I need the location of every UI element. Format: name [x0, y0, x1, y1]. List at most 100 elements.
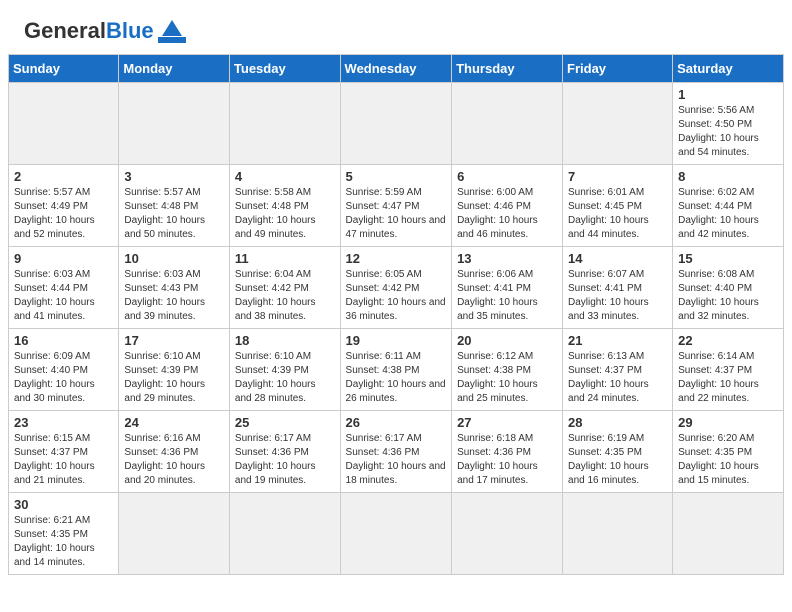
calendar-day-cell: 19 Sunrise: 6:11 AM Sunset: 4:38 PM Dayli… [340, 329, 452, 411]
calendar-day-cell: 11Sunrise: 6:04 AM Sunset: 4:42 PM Dayli… [229, 247, 340, 329]
calendar-day-cell [229, 83, 340, 165]
day-number: 29 [678, 415, 778, 430]
day-number: 30 [14, 497, 113, 512]
calendar-day-cell: 26Sunrise: 6:17 AM Sunset: 4:36 PM Dayli… [340, 411, 452, 493]
calendar-day-cell: 9Sunrise: 6:03 AM Sunset: 4:44 PM Daylig… [9, 247, 119, 329]
weekday-header: Thursday [452, 55, 563, 83]
day-info: Sunrise: 6:06 AM Sunset: 4:41 PM Dayligh… [457, 268, 557, 324]
day-number: 23 [14, 415, 113, 430]
calendar-table: SundayMondayTuesdayWednesdayThursdayFrid… [8, 54, 784, 575]
weekday-header: Sunday [9, 55, 119, 83]
day-number: 21 [568, 333, 667, 348]
day-info: Sunrise: 6:15 AM Sunset: 4:37 PM Dayligh… [14, 432, 113, 488]
day-number: 13 [457, 251, 557, 266]
day-number: 6 [457, 169, 557, 184]
calendar-day-cell [563, 493, 673, 575]
calendar-day-cell: 10 Sunrise: 6:03 AM Sunset: 4:43 PM Dayli… [119, 247, 230, 329]
day-number: 16 [14, 333, 113, 348]
day-info: Sunrise: 6:16 AM Sunset: 4:36 PM Dayligh… [124, 432, 224, 488]
calendar-day-cell: 27 Sunrise: 6:18 AM Sunset: 4:36 PM Dayli… [452, 411, 563, 493]
day-number: 20 [457, 333, 557, 348]
day-number: 22 [678, 333, 778, 348]
day-info: Sunrise: 6:04 AM Sunset: 4:42 PM Dayligh… [235, 268, 335, 324]
calendar-day-cell: 1 Sunrise: 5:56 AM Sunset: 4:50 PM Daylig… [673, 83, 784, 165]
calendar-week-row: 23 Sunrise: 6:15 AM Sunset: 4:37 PM Dayli… [9, 411, 784, 493]
day-info: Sunrise: 6:03 AM Sunset: 4:43 PM Dayligh… [124, 268, 224, 324]
day-number: 9 [14, 251, 113, 266]
calendar-day-cell: 6Sunrise: 6:00 AM Sunset: 4:46 PM Daylig… [452, 165, 563, 247]
day-number: 10 [124, 251, 224, 266]
calendar-day-cell: 23 Sunrise: 6:15 AM Sunset: 4:37 PM Dayli… [9, 411, 119, 493]
calendar-day-cell: 7Sunrise: 6:01 AM Sunset: 4:45 PM Daylig… [563, 165, 673, 247]
calendar-day-cell: 2 Sunrise: 5:57 AM Sunset: 4:49 PM Daylig… [9, 165, 119, 247]
day-info: Sunrise: 6:02 AM Sunset: 4:44 PM Dayligh… [678, 186, 778, 242]
page-header: General Blue [0, 0, 792, 54]
calendar-day-cell: 18Sunrise: 6:10 AM Sunset: 4:39 PM Dayli… [229, 329, 340, 411]
day-number: 12 [346, 251, 447, 266]
calendar-day-cell [340, 493, 452, 575]
day-number: 27 [457, 415, 557, 430]
day-info: Sunrise: 6:21 AM Sunset: 4:35 PM Dayligh… [14, 514, 113, 570]
calendar-day-cell: 13 Sunrise: 6:06 AM Sunset: 4:41 PM Dayli… [452, 247, 563, 329]
day-number: 26 [346, 415, 447, 430]
calendar-day-cell: 30 Sunrise: 6:21 AM Sunset: 4:35 PM Dayli… [9, 493, 119, 575]
weekday-header: Friday [563, 55, 673, 83]
weekday-header: Wednesday [340, 55, 452, 83]
day-number: 3 [124, 169, 224, 184]
logo-icon [158, 20, 186, 43]
calendar-day-cell: 24Sunrise: 6:16 AM Sunset: 4:36 PM Dayli… [119, 411, 230, 493]
day-info: Sunrise: 6:18 AM Sunset: 4:36 PM Dayligh… [457, 432, 557, 488]
day-number: 25 [235, 415, 335, 430]
calendar-day-cell: 29 Sunrise: 6:20 AM Sunset: 4:35 PM Dayli… [673, 411, 784, 493]
calendar-week-row: 1 Sunrise: 5:56 AM Sunset: 4:50 PM Daylig… [9, 83, 784, 165]
day-info: Sunrise: 6:07 AM Sunset: 4:41 PM Dayligh… [568, 268, 667, 324]
day-info: Sunrise: 6:08 AM Sunset: 4:40 PM Dayligh… [678, 268, 778, 324]
day-number: 18 [235, 333, 335, 348]
calendar-day-cell: 14 Sunrise: 6:07 AM Sunset: 4:41 PM Dayli… [563, 247, 673, 329]
day-info: Sunrise: 6:05 AM Sunset: 4:42 PM Dayligh… [346, 268, 447, 324]
day-number: 15 [678, 251, 778, 266]
day-number: 2 [14, 169, 113, 184]
calendar-day-cell [452, 493, 563, 575]
day-info: Sunrise: 6:20 AM Sunset: 4:35 PM Dayligh… [678, 432, 778, 488]
calendar-day-cell: 28 Sunrise: 6:19 AM Sunset: 4:35 PM Dayli… [563, 411, 673, 493]
calendar-day-cell [563, 83, 673, 165]
logo-blue-text: Blue [106, 18, 154, 44]
day-info: Sunrise: 6:13 AM Sunset: 4:37 PM Dayligh… [568, 350, 667, 406]
calendar-day-cell: 12 Sunrise: 6:05 AM Sunset: 4:42 PM Dayli… [340, 247, 452, 329]
day-info: Sunrise: 6:17 AM Sunset: 4:36 PM Dayligh… [235, 432, 335, 488]
day-number: 19 [346, 333, 447, 348]
calendar-day-cell: 15 Sunrise: 6:08 AM Sunset: 4:40 PM Dayli… [673, 247, 784, 329]
day-info: Sunrise: 6:11 AM Sunset: 4:38 PM Dayligh… [346, 350, 447, 406]
calendar-day-cell: 4Sunrise: 5:58 AM Sunset: 4:48 PM Daylig… [229, 165, 340, 247]
day-number: 28 [568, 415, 667, 430]
day-number: 14 [568, 251, 667, 266]
calendar-day-cell: 8 Sunrise: 6:02 AM Sunset: 4:44 PM Daylig… [673, 165, 784, 247]
day-info: Sunrise: 6:19 AM Sunset: 4:35 PM Dayligh… [568, 432, 667, 488]
day-info: Sunrise: 5:56 AM Sunset: 4:50 PM Dayligh… [678, 104, 778, 160]
calendar-day-cell [229, 493, 340, 575]
calendar-day-cell: 22 Sunrise: 6:14 AM Sunset: 4:37 PM Dayli… [673, 329, 784, 411]
weekday-header: Monday [119, 55, 230, 83]
day-number: 1 [678, 87, 778, 102]
day-number: 8 [678, 169, 778, 184]
logo: General Blue [24, 18, 186, 44]
day-info: Sunrise: 6:09 AM Sunset: 4:40 PM Dayligh… [14, 350, 113, 406]
calendar-day-cell: 3 Sunrise: 5:57 AM Sunset: 4:48 PM Daylig… [119, 165, 230, 247]
day-info: Sunrise: 6:14 AM Sunset: 4:37 PM Dayligh… [678, 350, 778, 406]
calendar-week-row: 2 Sunrise: 5:57 AM Sunset: 4:49 PM Daylig… [9, 165, 784, 247]
day-info: Sunrise: 5:58 AM Sunset: 4:48 PM Dayligh… [235, 186, 335, 242]
weekday-header-row: SundayMondayTuesdayWednesdayThursdayFrid… [9, 55, 784, 83]
calendar-day-cell: 20 Sunrise: 6:12 AM Sunset: 4:38 PM Dayli… [452, 329, 563, 411]
day-number: 17 [124, 333, 224, 348]
calendar-day-cell [673, 493, 784, 575]
calendar-week-row: 30 Sunrise: 6:21 AM Sunset: 4:35 PM Dayli… [9, 493, 784, 575]
weekday-header: Tuesday [229, 55, 340, 83]
day-info: Sunrise: 6:12 AM Sunset: 4:38 PM Dayligh… [457, 350, 557, 406]
calendar-day-cell: 25 Sunrise: 6:17 AM Sunset: 4:36 PM Dayli… [229, 411, 340, 493]
calendar-week-row: 9Sunrise: 6:03 AM Sunset: 4:44 PM Daylig… [9, 247, 784, 329]
day-info: Sunrise: 5:57 AM Sunset: 4:48 PM Dayligh… [124, 186, 224, 242]
calendar-day-cell: 21 Sunrise: 6:13 AM Sunset: 4:37 PM Dayli… [563, 329, 673, 411]
day-info: Sunrise: 5:57 AM Sunset: 4:49 PM Dayligh… [14, 186, 113, 242]
day-number: 5 [346, 169, 447, 184]
